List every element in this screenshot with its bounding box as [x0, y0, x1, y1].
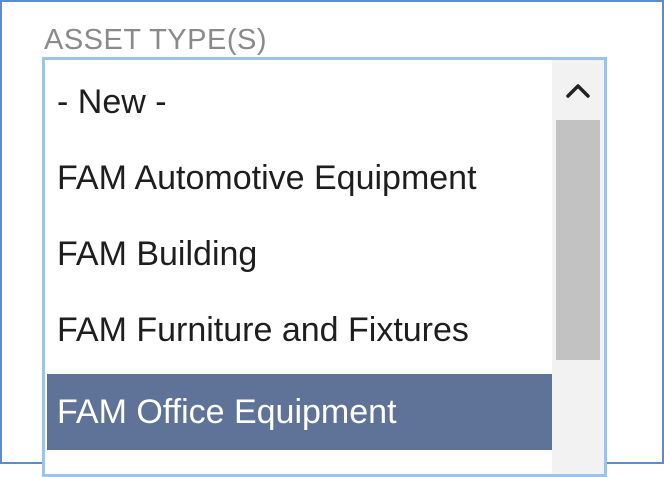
option-fam-automotive-equipment[interactable]: FAM Automotive Equipment: [47, 140, 553, 216]
scrollbar-thumb[interactable]: [556, 120, 600, 360]
option-fam-furniture-and-fixtures[interactable]: FAM Furniture and Fixtures: [47, 292, 553, 368]
option-fam-office-equipment[interactable]: FAM Office Equipment: [47, 374, 553, 450]
asset-types-field: ASSET TYPE(S) - New - FAM Automotive Equ…: [0, 0, 664, 477]
option-fam-building[interactable]: FAM Building: [47, 216, 553, 292]
option-new[interactable]: - New -: [47, 64, 553, 140]
scroll-up-button[interactable]: [552, 60, 604, 120]
chevron-up-icon: [566, 84, 590, 98]
listbox-scrollbar[interactable]: [552, 60, 604, 474]
field-label: ASSET TYPE(S): [44, 24, 267, 56]
options-list: - New - FAM Automotive Equipment FAM Bui…: [45, 60, 555, 474]
asset-type-listbox[interactable]: - New - FAM Automotive Equipment FAM Bui…: [42, 57, 607, 477]
